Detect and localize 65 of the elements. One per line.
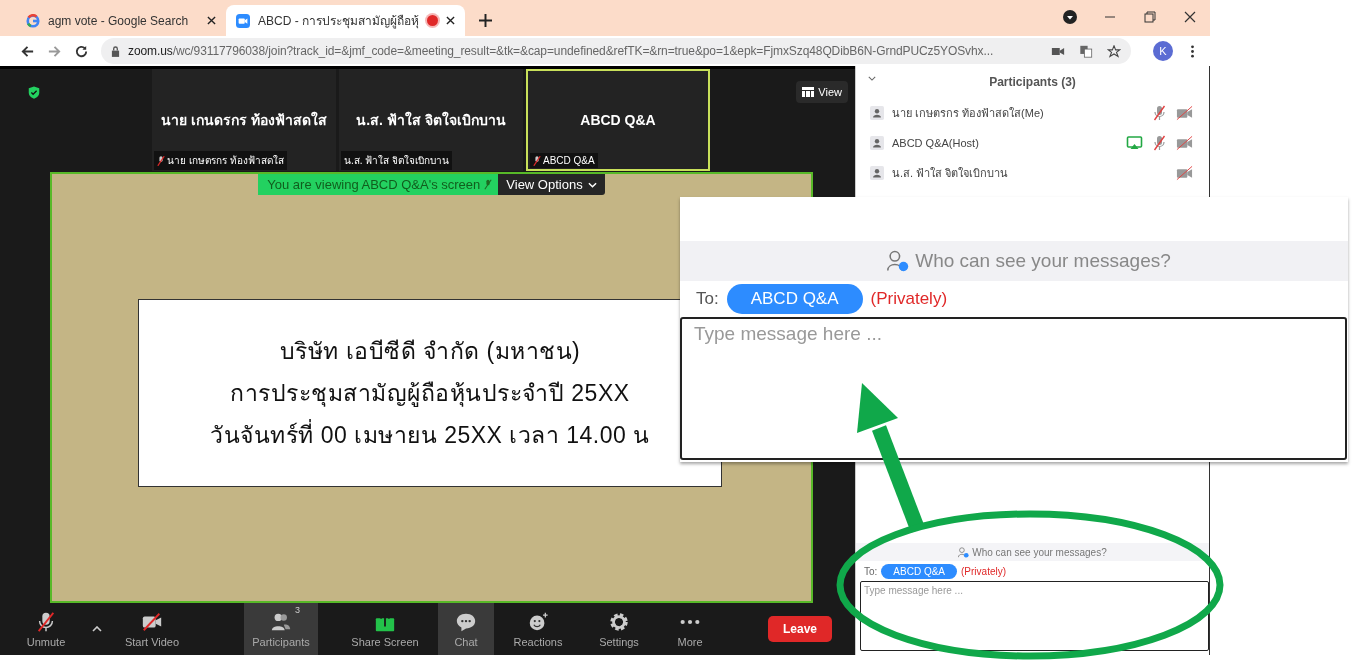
person-icon [887, 250, 910, 272]
video-tile: ABCD Q&A ABCD Q&A [526, 69, 710, 171]
forward-icon[interactable] [47, 43, 62, 59]
toolbar-button[interactable]: Start Video [112, 603, 192, 655]
back-icon[interactable] [20, 43, 35, 59]
toolbar-button[interactable]: Settings [584, 603, 654, 655]
view-button[interactable]: View [796, 81, 848, 103]
message-field[interactable]: Type message here ... [680, 317, 1347, 460]
to-label: To: [696, 289, 719, 309]
person-icon [958, 546, 970, 558]
close-icon[interactable] [1183, 10, 1197, 24]
privacy-label: (Privately) [870, 289, 948, 309]
name-label: ABCD Q&A [530, 153, 598, 168]
video-tile: น.ส. ฟ้าใส จิตใจเบิกบาน น.ส. ฟ้าใส จิตใจเบิกบาน [339, 69, 523, 171]
video-off-icon [141, 610, 163, 633]
person-icon [870, 166, 884, 180]
leave-button[interactable]: Leave [768, 616, 833, 642]
person-icon [870, 136, 884, 150]
shield-icon[interactable] [27, 85, 41, 100]
chevron-icon [587, 181, 597, 188]
video-camera-icon [236, 13, 250, 28]
reload-icon[interactable] [74, 43, 89, 59]
privacy-label: (Privately) [961, 565, 1007, 577]
close-icon[interactable] [207, 16, 216, 25]
lock-icon [111, 45, 120, 57]
view-options-button[interactable]: View Options [498, 174, 605, 195]
participant-item[interactable]: น.ส. ฟ้าใส จิตใจเบิกบาน [856, 158, 1209, 188]
restore-icon[interactable] [1143, 10, 1157, 24]
to-label: To: [864, 565, 878, 577]
toolbar-button[interactable]: More [658, 603, 722, 655]
dropdown-icon[interactable] [1063, 10, 1077, 24]
muted-mic-icon [35, 610, 57, 633]
more-icon [679, 618, 701, 625]
participant-item[interactable]: ABCD Q&A(Host) [856, 128, 1209, 158]
toolbar-button[interactable]: Unmute [10, 603, 82, 655]
visibility-hint: Who can see your messages? [887, 250, 1171, 272]
name-label: น.ส. ฟ้าใส จิตใจเบิกบาน [341, 151, 453, 170]
muted-mic-icon [484, 179, 493, 190]
settings-icon [608, 610, 630, 633]
collapse-icon[interactable] [868, 76, 876, 81]
browser-tab[interactable]: ABCD - การประชุมสามัญผู้ถือหุ้ [226, 5, 465, 36]
translate-icon[interactable] [1079, 44, 1093, 58]
participant-item[interactable]: นาย เกษตรกร ท้องฟ้าสดใส(Me) [856, 98, 1209, 128]
profile-avatar[interactable]: K [1153, 41, 1173, 61]
toolbar-button[interactable]: 3 Participants [244, 603, 318, 655]
panel-title: Participants (3) [989, 75, 1076, 89]
toolbar-button[interactable]: Share Screen [340, 603, 430, 655]
browser-tab[interactable]: agm vote - Google Search [16, 5, 226, 36]
message-field[interactable]: Type message here ... [860, 581, 1209, 651]
name-label: นาย เกษตรกร ท้องฟ้าสดใส [154, 151, 287, 170]
toolbar-button[interactable]: Reactions [496, 603, 580, 655]
sharing-banner: You are viewing ABCD Q&A's screen [258, 174, 499, 195]
new-tab-icon[interactable] [479, 14, 492, 27]
close-icon[interactable] [446, 16, 455, 25]
slide-text: การประชุมสามัญผู้ถือหุ้นประจำปี 25XX [230, 379, 630, 409]
person-icon [870, 106, 884, 120]
toolbar-button[interactable]: Chat [438, 603, 494, 655]
address-bar[interactable]: zoom.us/wc/93117796038/join?track_id=&jmf_code=&meeting_result=&tk=&cap=undefined&refTK=&rn=true&po=1&epk=FjmxSzq48QDibB6N-GrndPUCz5YOSvhx... [101, 38, 1131, 64]
google-icon [26, 13, 40, 28]
grid-icon [802, 87, 815, 97]
slide-text: วันจันทร์ที่ 00 เมษายน 25XX เวลา 14.00 น [210, 417, 650, 453]
slide-text: บริษัท เอบีซีดี จำกัด (มหาชน) [279, 337, 581, 366]
smiley-icon [527, 610, 549, 633]
star-icon[interactable] [1107, 44, 1121, 58]
video-tile: นาย เกนดรกร ท้องฟ้าสดใส นาย เกษตรกร ท้องฟ้าสดใส [152, 69, 336, 171]
